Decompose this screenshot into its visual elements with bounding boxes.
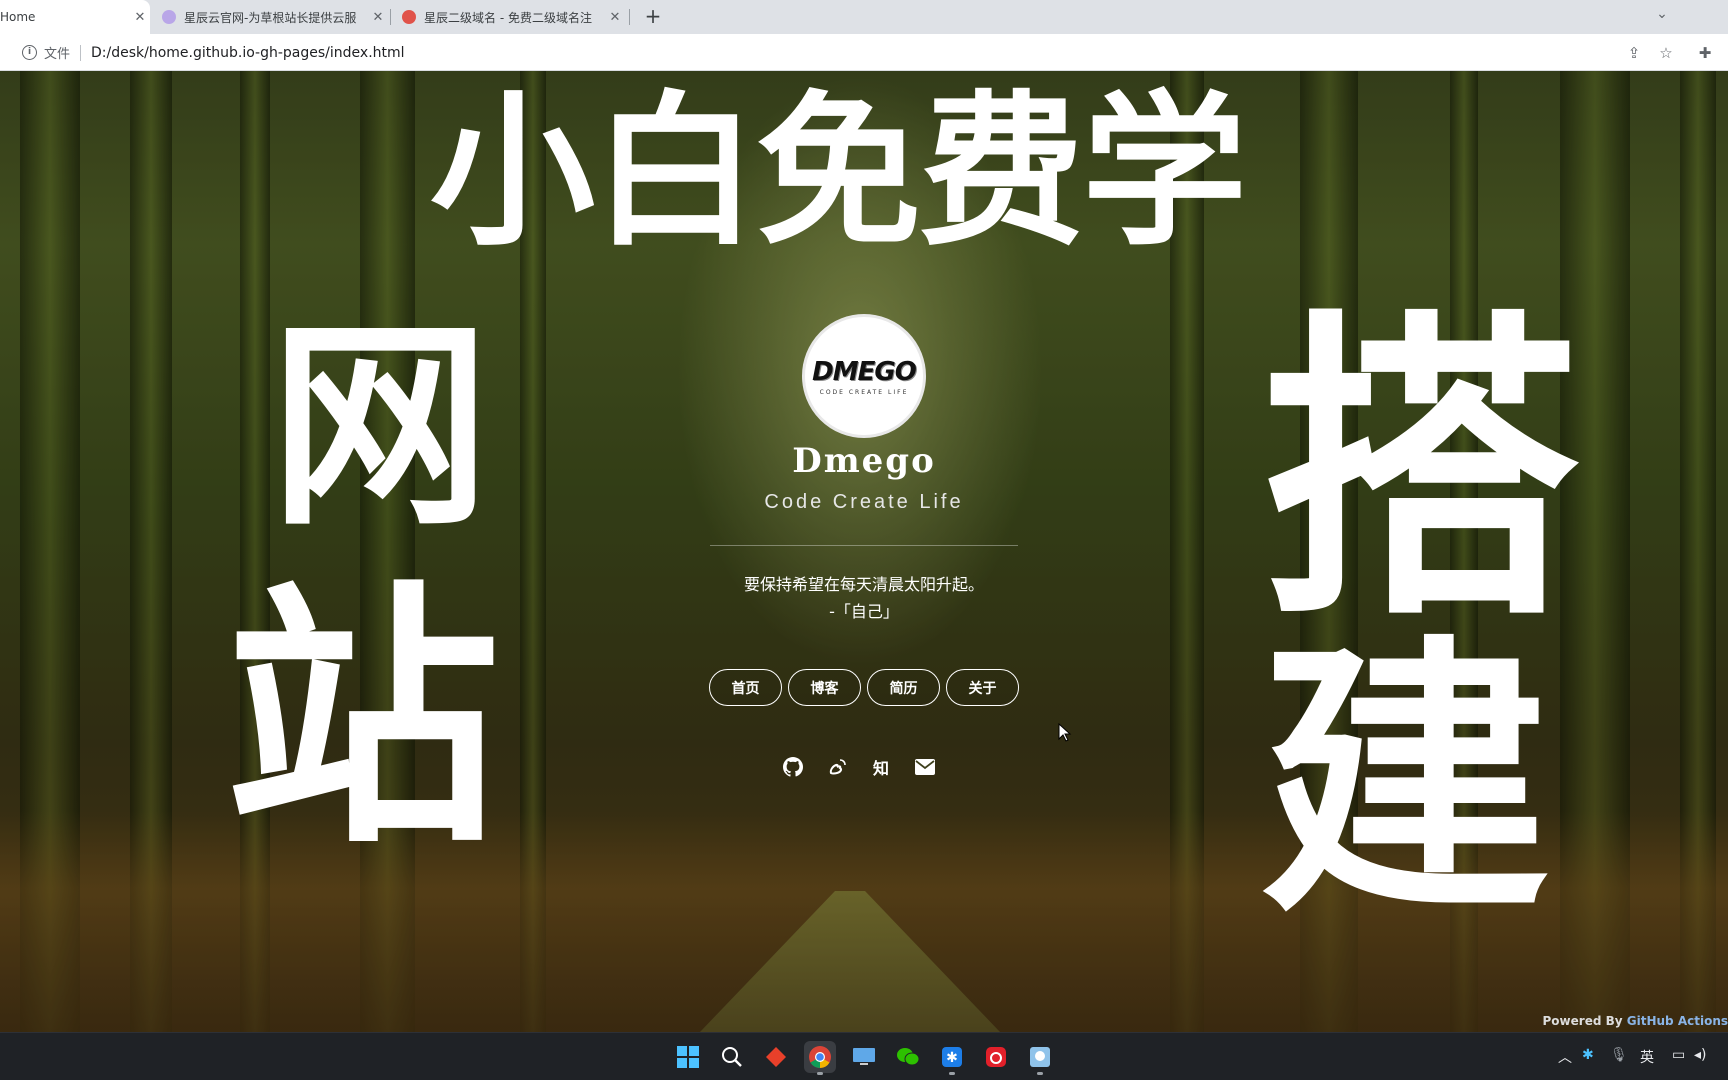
page-viewport: 小白免费学 网 站 搭 建 DMEGO CODE CREATE LIFE Dme…	[0, 71, 1728, 1032]
nav-resume-button[interactable]: 简历	[867, 669, 940, 706]
tab-title: Home	[0, 10, 36, 24]
divider	[710, 545, 1018, 546]
wechat-icon[interactable]	[892, 1041, 924, 1073]
social-links: 知	[782, 756, 936, 778]
active-indicator	[817, 1072, 823, 1075]
network-icon[interactable]: ▭	[1672, 1047, 1685, 1063]
mouse-cursor-icon	[1058, 723, 1072, 742]
tray-app-icon[interactable]: ✱	[1582, 1047, 1594, 1063]
search-icon[interactable]	[716, 1041, 748, 1073]
tab-title: 星辰云官网-为草根站长提供云服	[184, 10, 357, 25]
overlay-title-top: 小白免费学	[430, 74, 1247, 268]
windows-taskbar: ✱ ︿ ✱ 🎙 英 ▭ ◂)	[0, 1032, 1728, 1080]
tab-home[interactable]: Home ✕	[0, 0, 150, 34]
browser-toolbar: i 文件 D:/desk/home.github.io-gh-pages/ind…	[0, 34, 1728, 71]
tab-separator	[629, 9, 630, 25]
tab-title: 星辰二级域名 - 免费二级域名注	[424, 10, 592, 25]
github-icon[interactable]	[782, 756, 804, 778]
chrome-icon[interactable]	[804, 1041, 836, 1075]
close-icon[interactable]: ✕	[130, 10, 150, 25]
svg-text:✱: ✱	[946, 1050, 958, 1066]
app-image-icon[interactable]	[1024, 1041, 1056, 1075]
share-icon[interactable]: ⇪	[1625, 44, 1643, 62]
nav-blog-button[interactable]: 博客	[788, 669, 861, 706]
close-icon[interactable]: ✕	[368, 10, 388, 25]
close-icon[interactable]: ✕	[605, 10, 625, 25]
tab-bar: Home ✕ 星辰云官网-为草根站长提供云服 ✕ 星辰二级域名 - 免费二级域名…	[0, 0, 1728, 34]
site-tagline: Code Create Life	[764, 491, 964, 513]
overlay-char-right-bottom: 建	[1260, 611, 1550, 951]
avatar: DMEGO CODE CREATE LIFE	[802, 314, 926, 438]
powered-by-link[interactable]: GitHub Actions	[1627, 1014, 1728, 1028]
zhihu-icon[interactable]: 知	[870, 756, 892, 778]
logo-icon	[402, 10, 416, 24]
desktop-icon[interactable]	[848, 1041, 880, 1073]
nav-home-button[interactable]: 首页	[709, 669, 782, 706]
bookmark-star-icon[interactable]: ☆	[1657, 44, 1675, 62]
new-tab-button[interactable]: +	[641, 5, 665, 29]
main-nav: 首页 博客 简历 关于	[709, 669, 1019, 706]
cloud-icon	[162, 10, 176, 24]
avatar-logo-text: DMEGO	[812, 356, 917, 387]
tab-search-icon[interactable]: ⌄	[1652, 6, 1672, 26]
weibo-icon[interactable]	[826, 756, 848, 778]
app-blue-icon[interactable]: ✱	[936, 1041, 968, 1075]
url-text[interactable]: D:/desk/home.github.io-gh-pages/index.ht…	[91, 45, 405, 61]
ime-indicator[interactable]: 英	[1640, 1047, 1654, 1067]
active-indicator	[1037, 1072, 1043, 1075]
quote-source: -「自己」	[829, 602, 899, 621]
volume-icon[interactable]: ◂)	[1694, 1047, 1707, 1063]
file-label: 文件	[44, 47, 71, 62]
tab-xingchen-cloud[interactable]: 星辰云官网-为草根站长提供云服 ✕	[160, 0, 388, 34]
info-icon[interactable]: i	[22, 45, 37, 60]
overlay-char-right-top: 搭	[1260, 283, 1580, 658]
nav-about-button[interactable]: 关于	[946, 669, 1019, 706]
active-indicator	[949, 1072, 955, 1075]
chevron-up-icon[interactable]: ︿	[1558, 1047, 1572, 1067]
netease-music-icon[interactable]	[980, 1041, 1012, 1073]
mail-icon[interactable]	[914, 756, 936, 778]
divider	[80, 44, 82, 61]
quote-text: 要保持希望在每天清晨太阳升起。	[743, 575, 984, 594]
app-red-icon[interactable]	[760, 1041, 792, 1073]
powered-by-footer: Powered By GitHub Actions	[1543, 1014, 1728, 1028]
tab-separator	[390, 9, 391, 25]
powered-by-prefix: Powered By	[1542, 1014, 1623, 1028]
tab-xingchen-domain[interactable]: 星辰二级域名 - 免费二级域名注 ✕	[400, 0, 625, 34]
overlay-char-left-top: 网	[270, 296, 491, 555]
site-name: Dmego	[792, 441, 936, 481]
microphone-icon[interactable]: 🎙	[1610, 1047, 1628, 1063]
overlay-char-left-bottom: 站	[225, 557, 500, 880]
extensions-icon[interactable]: ✚	[1696, 44, 1714, 62]
address-bar[interactable]: i 文件 D:/desk/home.github.io-gh-pages/ind…	[12, 38, 1612, 67]
start-icon[interactable]	[672, 1041, 704, 1073]
avatar-logo-subtext: CODE CREATE LIFE	[819, 388, 909, 396]
